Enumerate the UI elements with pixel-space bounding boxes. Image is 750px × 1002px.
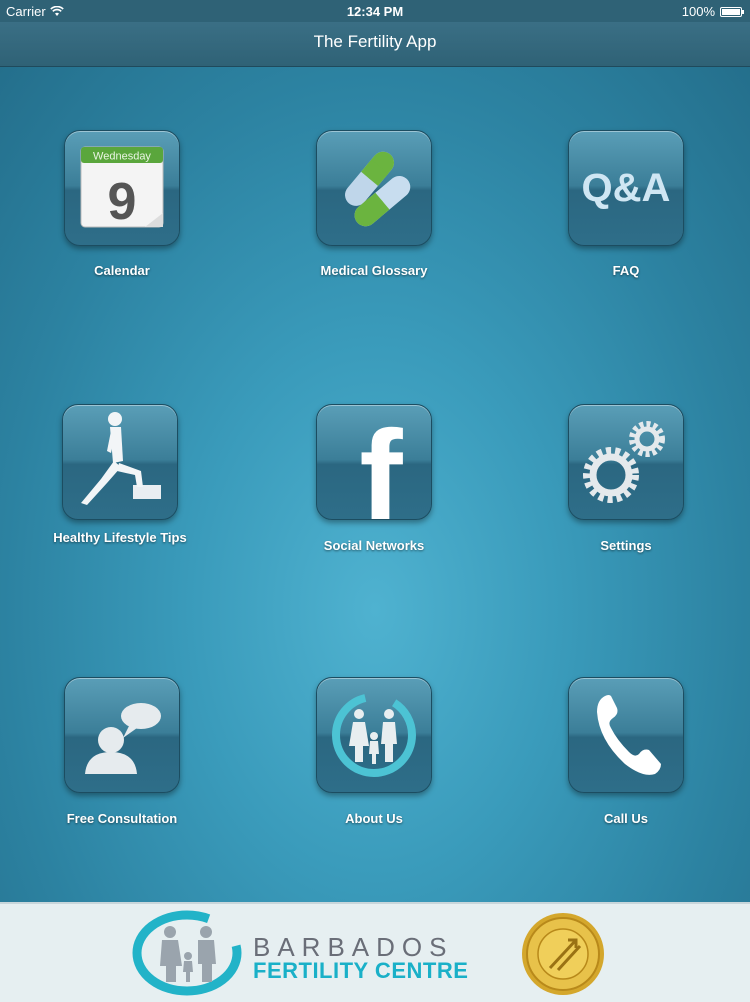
pills-icon[interactable] — [316, 130, 432, 246]
family-logo-icon — [132, 910, 242, 996]
footer-banner: BARBADOS FERTILITY CENTRE — [0, 902, 750, 1002]
tile-label: Calendar — [94, 263, 150, 278]
qa-glyph: Q&A — [582, 166, 671, 210]
phone-icon[interactable] — [568, 677, 684, 793]
nav-bar: The Fertility App — [0, 22, 750, 67]
tile-label: FAQ — [612, 263, 640, 278]
exercise-icon[interactable] — [62, 404, 178, 520]
tile-calendar[interactable]: Wednesday 9 Calendar — [32, 130, 212, 279]
calendar-day: Wednesday — [93, 151, 151, 163]
tile-label: Call Us — [603, 811, 649, 826]
tile-about-us[interactable]: About Us — [284, 677, 464, 827]
brand-subtitle: FERTILITY CENTRE — [253, 958, 469, 983]
page-title: The Fertility App — [313, 32, 437, 51]
tile-social-networks[interactable]: f Social Networks — [284, 404, 464, 554]
tile-healthy-lifestyle[interactable]: Healthy Lifestyle Tips — [30, 404, 210, 546]
tile-free-consultation[interactable]: Free Consultation — [32, 677, 212, 827]
facebook-icon[interactable]: f — [316, 404, 432, 520]
main-grid: Wednesday 9 Calendar Medical Glossary Q&… — [0, 67, 750, 902]
family-icon[interactable] — [316, 677, 432, 793]
chat-person-icon[interactable] — [64, 677, 180, 793]
tile-label: Social Networks — [323, 538, 425, 553]
tile-label: Free Consultation — [66, 811, 178, 826]
tile-label: About Us — [345, 811, 403, 826]
tile-label: Settings — [600, 538, 652, 553]
status-time: 12:34 PM — [346, 4, 404, 19]
battery-icon — [720, 6, 744, 17]
facebook-glyph: f — [359, 405, 403, 519]
calendar-icon[interactable]: Wednesday 9 — [64, 130, 180, 246]
qa-icon[interactable]: Q&A — [568, 130, 684, 246]
status-bar: Carrier 12:34 PM 100% — [0, 0, 750, 22]
status-right: 100% — [681, 4, 744, 19]
accreditation-seal-icon — [522, 913, 604, 995]
tile-medical-glossary[interactable]: Medical Glossary — [284, 130, 464, 279]
gears-icon[interactable] — [568, 404, 684, 520]
tile-call-us[interactable]: Call Us — [536, 677, 716, 827]
tile-settings[interactable]: Settings — [536, 404, 716, 554]
tile-label: Healthy Lifestyle Tips — [53, 530, 187, 545]
tile-label: Medical Glossary — [320, 263, 428, 278]
battery-label: 100% — [681, 4, 715, 19]
tile-faq[interactable]: Q&A FAQ — [536, 130, 716, 279]
calendar-date: 9 — [108, 173, 137, 231]
